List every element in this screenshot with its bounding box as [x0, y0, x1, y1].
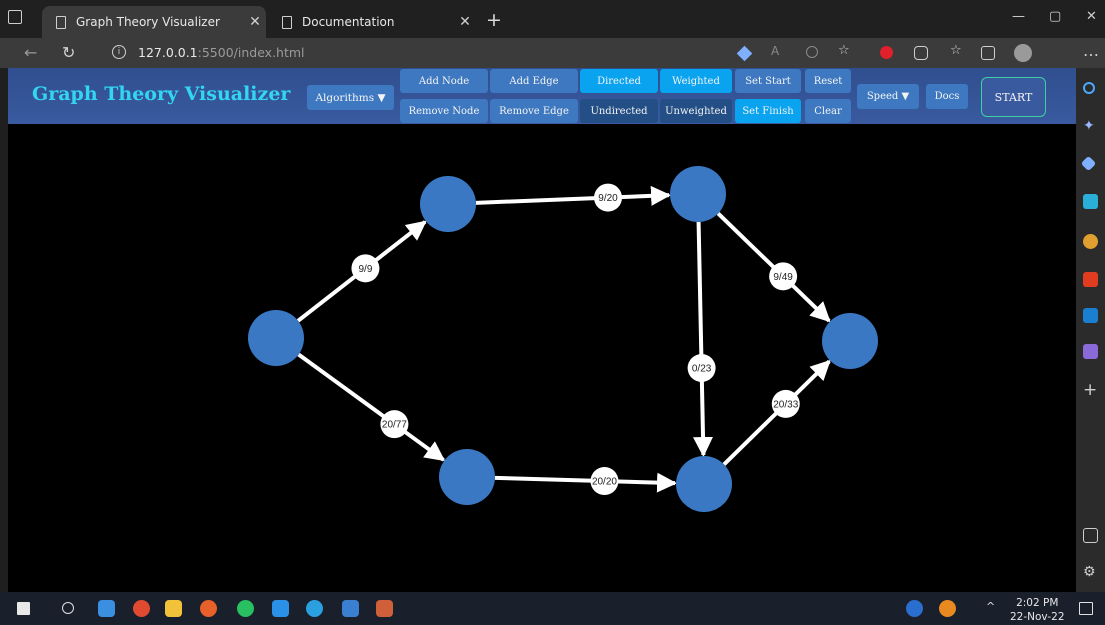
split-screen-icon[interactable] [1083, 528, 1098, 543]
outlook-icon[interactable] [1083, 308, 1098, 323]
page-icon [282, 15, 292, 29]
graph-edge[interactable] [693, 221, 714, 458]
edge-weight-label: 0/23 [692, 364, 712, 375]
edge-weight-label: 20/20 [592, 477, 617, 488]
clock-date: 22-Nov-22 [1010, 611, 1065, 623]
tab-documentation[interactable]: Documentation ✕ [268, 6, 476, 38]
vscode-icon[interactable] [272, 600, 289, 617]
firefox-icon[interactable] [200, 600, 217, 617]
graph-node[interactable] [822, 313, 878, 369]
tools-icon[interactable] [1083, 194, 1098, 209]
refresh-icon[interactable]: ↻ [62, 43, 75, 62]
office-icon[interactable] [1083, 272, 1098, 287]
app-icon[interactable] [376, 600, 393, 617]
graph-edge[interactable] [297, 352, 446, 462]
speed-dropdown[interactable]: Speed ▼ [857, 84, 919, 109]
tab-title: Documentation [302, 15, 395, 29]
mail-icon[interactable] [98, 600, 115, 617]
edge-weight-label: 20/77 [382, 420, 407, 431]
back-icon[interactable]: ← [24, 43, 37, 62]
url-host: 127.0.0.1 [138, 45, 198, 60]
extension-tag-icon[interactable] [736, 45, 753, 62]
edge-weight-label: 20/33 [773, 399, 798, 410]
tray-chevron-icon[interactable]: ^ [986, 600, 996, 617]
tray-app-icon[interactable] [939, 600, 956, 617]
url-path: :5500/index.html [197, 45, 305, 60]
chrome-icon[interactable] [133, 600, 150, 617]
sparkle-icon[interactable]: ✦ [1083, 118, 1098, 134]
remove-edge-button[interactable]: Remove Edge [490, 99, 578, 123]
more-icon[interactable]: … [1083, 41, 1099, 60]
favorites-bar-icon[interactable]: ☆ [950, 43, 964, 58]
url-field[interactable]: 127.0.0.1:5500/index.html [138, 45, 305, 60]
close-icon[interactable]: ✕ [244, 14, 266, 30]
whatsapp-icon[interactable] [237, 600, 254, 617]
adblock-icon[interactable] [880, 46, 893, 59]
add-edge-button[interactable]: Add Edge [490, 69, 578, 93]
file-explorer-icon[interactable] [165, 600, 182, 617]
shopping-icon[interactable] [1080, 155, 1097, 172]
maximize-button[interactable]: ▢ [1049, 9, 1061, 24]
add-node-button[interactable]: Add Node [400, 69, 488, 93]
graph-node[interactable] [670, 166, 726, 222]
games-icon[interactable] [1083, 234, 1098, 249]
clock-time: 2:02 PM [1016, 597, 1059, 609]
graph-node[interactable] [676, 456, 732, 512]
graph-canvas[interactable]: 9/9 20/77 9/20 0/23 9/49 20/20 20/33 [8, 124, 1076, 592]
help-icon[interactable] [906, 600, 923, 617]
settings-gear-icon[interactable]: ⚙ [1083, 564, 1098, 580]
browser-tab-strip: Graph Theory Visualizer ✕ Documentation … [0, 0, 1105, 38]
clear-button[interactable]: Clear [805, 99, 851, 123]
weighted-button[interactable]: Weighted [660, 69, 732, 93]
close-window-button[interactable]: ✕ [1086, 9, 1097, 24]
graph-edge[interactable] [494, 472, 678, 493]
start-button[interactable]: START [981, 77, 1046, 117]
edge-weight-label: 9/49 [773, 272, 793, 283]
favorite-icon[interactable]: ☆ [838, 43, 852, 58]
windows-taskbar: ^ 2:02 PM 22-Nov-22 [0, 592, 1105, 625]
extensions-icon[interactable] [914, 46, 928, 60]
graph-node[interactable] [248, 310, 304, 366]
new-tab-button[interactable]: + [486, 9, 502, 31]
collections-icon[interactable] [981, 46, 995, 60]
graph-node[interactable] [420, 176, 476, 232]
close-icon[interactable]: ✕ [454, 14, 476, 30]
windows-start-icon[interactable] [17, 602, 30, 615]
tab-graph-theory-visualizer[interactable]: Graph Theory Visualizer ✕ [42, 6, 266, 38]
page-icon [56, 15, 66, 29]
set-finish-button[interactable]: Set Finish [735, 99, 801, 123]
zoom-icon[interactable] [806, 46, 818, 58]
directed-button[interactable]: Directed [580, 69, 658, 93]
undirected-button[interactable]: Undirected [580, 99, 658, 123]
taskbar-clock[interactable]: 2:02 PM 22-Nov-22 [1010, 596, 1065, 624]
edge-weight-label: 9/20 [598, 193, 618, 204]
designer-icon[interactable] [1083, 344, 1098, 359]
profile-avatar[interactable] [1014, 44, 1032, 62]
read-aloud-icon[interactable]: A [771, 44, 785, 58]
browser-sidebar: ✦ + ⚙ [1076, 68, 1105, 592]
notifications-icon[interactable] [1079, 602, 1093, 615]
tab-title: Graph Theory Visualizer [76, 15, 220, 29]
add-icon[interactable]: + [1083, 380, 1098, 400]
address-bar-row: ← ↻ i 127.0.0.1:5500/index.html A ☆ ☆ … [0, 38, 1105, 68]
search-icon[interactable] [1083, 82, 1095, 94]
edge-weight-label: 9/9 [358, 264, 372, 275]
set-start-button[interactable]: Set Start [735, 69, 801, 93]
app-page: Graph Theory Visualizer Algorithms ▼ Add… [8, 68, 1076, 592]
remove-node-button[interactable]: Remove Node [400, 99, 488, 123]
reset-button[interactable]: Reset [805, 69, 851, 93]
terminal-icon[interactable] [342, 600, 359, 617]
edge-icon[interactable] [306, 600, 323, 617]
graph-edge[interactable] [475, 185, 672, 206]
app-navbar: Graph Theory Visualizer Algorithms ▼ Add… [8, 68, 1076, 124]
app-title: Graph Theory Visualizer [32, 83, 291, 105]
minimize-button[interactable]: — [1012, 9, 1025, 24]
search-icon[interactable] [62, 602, 74, 614]
algorithms-dropdown[interactable]: Algorithms ▼ [307, 85, 394, 110]
tab-actions-icon[interactable] [8, 10, 22, 24]
docs-button[interactable]: Docs [926, 84, 968, 109]
graph-node[interactable] [439, 449, 495, 505]
unweighted-button[interactable]: Unweighted [660, 99, 732, 123]
site-info-icon[interactable]: i [112, 45, 126, 59]
